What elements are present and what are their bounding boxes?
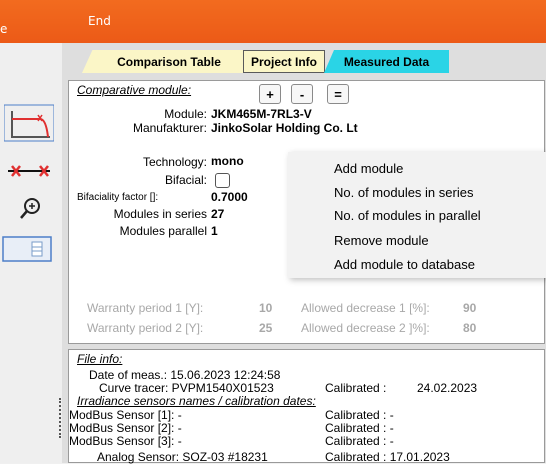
decrease1-value: 90 [463, 301, 477, 315]
technology-value: mono [211, 154, 244, 168]
warranty2-value: 25 [259, 321, 273, 335]
sensor-1-name: ModBus Sensor [1]: - [69, 408, 182, 422]
sensor-2-calibrated: Calibrated : - [325, 421, 394, 435]
sensor-2-name: ModBus Sensor [2]: - [69, 421, 182, 435]
parallel-label: Modules parallel [119, 224, 207, 238]
bifaciality-label: Bifaciality factor []: [77, 192, 159, 203]
menu-fragment[interactable]: e [0, 22, 7, 36]
left-toolbar [0, 43, 63, 463]
warranty2-label: Warranty period 2 [Y]: [87, 321, 204, 335]
menu-item-modules-series[interactable]: No. of modules in series [334, 185, 473, 200]
manufacturer-label: Manufakturer: [132, 121, 207, 135]
analog-sensor-calibrated: Calibrated : 17.01.2023 [325, 450, 450, 464]
menu-item-remove-module[interactable]: Remove module [334, 233, 429, 248]
technology-label: Technology: [142, 155, 207, 169]
table-view-icon[interactable] [2, 236, 52, 262]
tab-comparison-table[interactable]: Comparison Table [82, 50, 256, 73]
sensor-1-calibrated: Calibrated : - [325, 408, 394, 422]
tab-project-info[interactable]: Project Info [243, 50, 325, 73]
title-bar: e End [0, 0, 546, 43]
tracer-calibrated-label: Calibrated : [325, 381, 387, 395]
comparative-heading: Comparative module: [77, 83, 192, 97]
module-label: Module: [164, 107, 207, 121]
series-label: Modules in series [113, 207, 207, 221]
tracer-calibrated-value: 24.02.2023 [417, 381, 478, 395]
module-value: JKM465M-7RL3-V [211, 107, 312, 121]
decrease2-label: Allowed decrease 2 ]%]: [301, 321, 430, 335]
delete-line-icon[interactable] [4, 161, 54, 181]
file-info-heading: File info: [77, 352, 123, 366]
bifacial-checkbox[interactable] [215, 173, 230, 188]
warranty1-label: Warranty period 1 [Y]: [87, 301, 204, 315]
date-line: Date of meas.: 15.06.2023 12:24:58 [89, 368, 281, 382]
manufacturer-value: JinkoSolar Holding Co. Lt [211, 121, 358, 135]
file-info-panel: File info: Date of meas.: 15.06.2023 12:… [68, 349, 545, 464]
add-button[interactable]: + [259, 84, 281, 104]
tab-measured-data[interactable]: Measured Data [324, 50, 449, 73]
end-menu[interactable]: End [88, 14, 111, 28]
series-value: 27 [211, 207, 225, 221]
menu-item-add-to-database[interactable]: Add module to database [334, 257, 475, 272]
equal-button[interactable]: = [327, 84, 349, 104]
sensor-3-name: ModBus Sensor [3]: - [69, 434, 182, 448]
remove-button[interactable]: - [291, 84, 313, 104]
menu-item-modules-parallel[interactable]: No. of modules in parallel [334, 208, 481, 223]
menu-item-add-module[interactable]: Add module [334, 161, 403, 176]
curve-chart-icon[interactable] [4, 103, 54, 143]
warranty1-value: 10 [259, 301, 273, 315]
context-menu: Add module No. of modules in series No. … [288, 152, 546, 278]
decrease2-value: 80 [463, 321, 477, 335]
analog-sensor-line: Analog Sensor: SOZ-03 #18231 [97, 450, 268, 464]
parallel-value: 1 [211, 224, 218, 238]
zoom-icon[interactable] [16, 195, 46, 221]
irradiance-heading: Irradiance sensors names / calibration d… [77, 394, 316, 408]
bifacial-label: Bifacial: [164, 173, 207, 187]
bifaciality-value: 0.7000 [211, 190, 248, 204]
decrease1-label: Allowed decrease 1 [%]: [301, 301, 430, 315]
tracer-line: Curve tracer: PVPM1540X01523 [99, 381, 274, 395]
sensor-3-calibrated: Calibrated : - [325, 434, 394, 448]
